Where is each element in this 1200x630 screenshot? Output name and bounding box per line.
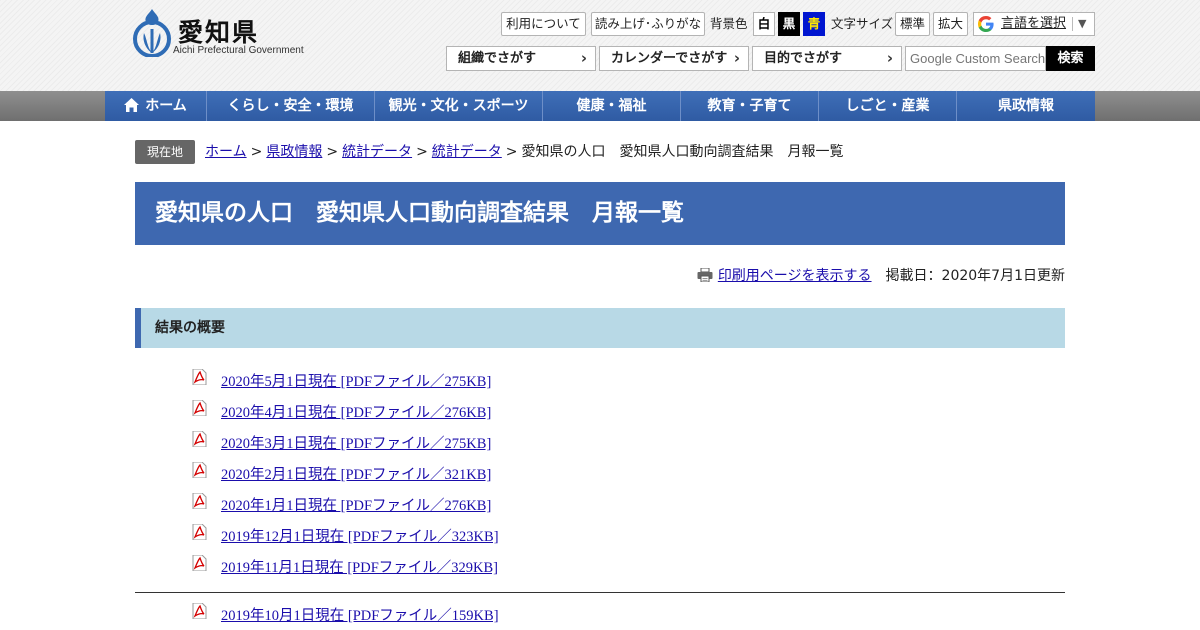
- nav-item-health[interactable]: 健康・福祉: [543, 91, 681, 121]
- list-item: 2019年11月1日現在 [PDFファイル／329KB]: [191, 554, 891, 585]
- font-standard-button[interactable]: 標準: [895, 12, 930, 36]
- find-by-calendar-button[interactable]: カレンダーでさがす ›: [599, 46, 749, 71]
- global-nav: ホーム くらし・安全・環境 観光・文化・スポーツ 健康・福祉 教育・子育て しご…: [105, 91, 1095, 121]
- list-item: 2020年4月1日現在 [PDFファイル／276KB]: [191, 399, 891, 430]
- language-select-divider: [1072, 17, 1073, 31]
- logo-name: 愛知県: [178, 18, 260, 47]
- print-row: 印刷用ページを表示する 掲載日：2020年7月1日更新: [697, 266, 1065, 286]
- section-heading: 結果の概要: [135, 308, 1065, 348]
- pdf-link[interactable]: 2020年5月1日現在 [PDFファイル／275KB]: [221, 370, 491, 391]
- page-title: 愛知県の人口 愛知県人口動向調査結果 月報一覧: [135, 182, 1065, 245]
- pdf-icon: [192, 555, 207, 571]
- search-button[interactable]: 検索: [1046, 46, 1095, 71]
- list-item: 2020年3月1日現在 [PDFファイル／275KB]: [191, 430, 891, 461]
- pdf-link[interactable]: 2020年4月1日現在 [PDFファイル／276KB]: [221, 401, 491, 422]
- font-large-button[interactable]: 拡大: [933, 12, 968, 36]
- logo-english-name: Aichi Prefectural Government: [173, 45, 304, 56]
- pdf-icon: [192, 400, 207, 416]
- breadcrumb-separator: >: [416, 144, 428, 160]
- pdf-icon: [192, 524, 207, 540]
- list-item: 2019年10月1日現在 [PDFファイル／159KB]: [191, 602, 891, 630]
- nav-item-home[interactable]: ホーム: [105, 91, 207, 121]
- find-by-organization-label: 組織でさがす: [458, 51, 537, 66]
- pdf-icon: [192, 369, 207, 385]
- site-search-input[interactable]: [906, 47, 1045, 70]
- chevron-right-icon: ›: [580, 49, 587, 67]
- pdf-link[interactable]: 2019年11月1日現在 [PDFファイル／329KB]: [221, 556, 498, 577]
- chevron-right-icon: ›: [733, 49, 740, 67]
- site-search-field[interactable]: [905, 46, 1046, 71]
- language-select-label: 言語を選択: [1001, 16, 1067, 31]
- find-by-purpose-button[interactable]: 目的でさがす ›: [752, 46, 902, 71]
- list-item: 2019年12月1日現在 [PDFファイル／323KB]: [191, 523, 891, 554]
- breadcrumb-separator: >: [505, 144, 518, 160]
- nav-item-prefecture[interactable]: 県政情報: [957, 91, 1095, 121]
- usage-button[interactable]: 利用について: [501, 12, 586, 36]
- pdf-link[interactable]: 2020年1月1日現在 [PDFファイル／276KB]: [221, 494, 491, 515]
- breadcrumb-current: 愛知県の人口 愛知県人口動向調査結果 月報一覧: [521, 144, 844, 160]
- print-page-link[interactable]: 印刷用ページを表示する: [718, 268, 872, 284]
- list-item: 2020年2月1日現在 [PDFファイル／321KB]: [191, 461, 891, 492]
- pdf-link[interactable]: 2019年12月1日現在 [PDFファイル／323KB]: [221, 525, 499, 546]
- find-by-purpose-label: 目的でさがす: [764, 51, 843, 66]
- language-select[interactable]: 言語を選択 ▼: [973, 12, 1095, 36]
- fontsize-label: 文字サイズ: [831, 16, 894, 31]
- reader-furigana-button[interactable]: 読み上げ･ふりがな: [591, 12, 705, 36]
- breadcrumb-separator: >: [250, 144, 263, 160]
- nav-item-education[interactable]: 教育・子育て: [681, 91, 819, 121]
- nav-item-living[interactable]: くらし・安全・環境: [207, 91, 375, 121]
- bgcolor-label: 背景色: [710, 16, 748, 31]
- pdf-list: 2020年5月1日現在 [PDFファイル／275KB] 2020年4月1日現在 …: [191, 368, 891, 585]
- pdf-link[interactable]: 2020年3月1日現在 [PDFファイル／275KB]: [221, 432, 491, 453]
- breadcrumb: ホーム > 県政情報 > 統計データ > 統計データ > 愛知県の人口 愛知県人口動向調査結果 …: [205, 143, 844, 161]
- aichi-emblem-icon: [133, 9, 171, 57]
- dropdown-caret-icon: ▼: [1078, 17, 1087, 30]
- bg-blue-button[interactable]: 青: [803, 12, 825, 36]
- breadcrumb-link-home[interactable]: ホーム: [205, 144, 247, 160]
- site-logo[interactable]: 愛知県 Aichi Prefectural Government: [130, 7, 320, 59]
- breadcrumb-link-statistics-2[interactable]: 統計データ: [432, 144, 502, 160]
- pdf-icon: [192, 431, 207, 447]
- breadcrumb-separator: >: [326, 144, 339, 160]
- list-divider: [135, 592, 1065, 593]
- pdf-list-2: 2019年10月1日現在 [PDFファイル／159KB]: [191, 602, 891, 630]
- list-item: 2020年1月1日現在 [PDFファイル／276KB]: [191, 492, 891, 523]
- pdf-icon: [192, 493, 207, 509]
- pdf-icon: [192, 462, 207, 478]
- nav-item-work[interactable]: しごと・産業: [819, 91, 957, 121]
- pdf-icon: [192, 603, 207, 619]
- printer-icon: [697, 268, 713, 282]
- pdf-link[interactable]: 2020年2月1日現在 [PDFファイル／321KB]: [221, 463, 491, 484]
- home-icon: [124, 98, 140, 112]
- bg-black-button[interactable]: 黒: [778, 12, 800, 36]
- google-g-icon: [978, 16, 994, 32]
- find-by-calendar-label: カレンダーでさがす: [611, 51, 728, 66]
- list-item: 2020年5月1日現在 [PDFファイル／275KB]: [191, 368, 891, 399]
- find-by-organization-button[interactable]: 組織でさがす ›: [446, 46, 596, 71]
- breadcrumb-link-prefecture[interactable]: 県政情報: [266, 144, 322, 160]
- chevron-right-icon: ›: [886, 49, 893, 67]
- pdf-link[interactable]: 2019年10月1日現在 [PDFファイル／159KB]: [221, 604, 499, 625]
- bg-white-button[interactable]: 白: [753, 12, 775, 36]
- breadcrumb-link-statistics[interactable]: 統計データ: [342, 144, 412, 160]
- nav-item-label: ホーム: [145, 98, 187, 114]
- posted-date: 掲載日：2020年7月1日更新: [885, 268, 1065, 284]
- nav-item-tourism[interactable]: 観光・文化・スポーツ: [375, 91, 543, 121]
- breadcrumb-label: 現在地: [135, 140, 195, 164]
